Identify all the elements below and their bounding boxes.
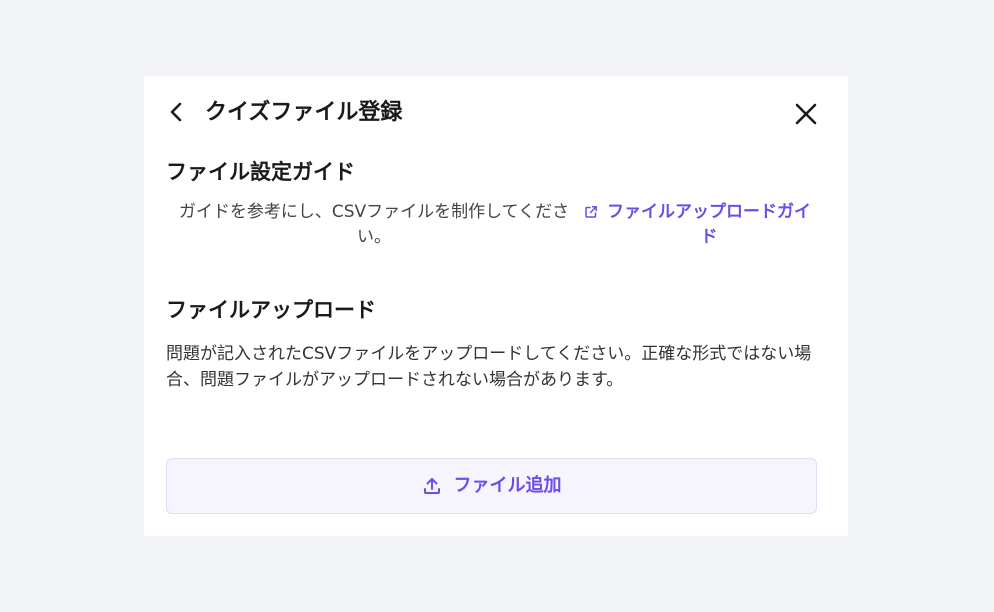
close-button[interactable] xyxy=(792,100,820,128)
close-icon xyxy=(795,103,817,125)
external-link-icon xyxy=(585,206,597,218)
guide-text: ガイドを参考にし、CSVファイルを制作してください。 xyxy=(178,202,570,247)
modal-title: クイズファイル登録 xyxy=(205,100,403,125)
guide-heading: ファイル設定ガイド xyxy=(166,160,355,184)
file-upload-guide-link[interactable]: ファイルアップロードガイド xyxy=(584,200,814,250)
guide-link-label: ファイルアップロードガイド xyxy=(607,202,811,247)
back-button[interactable] xyxy=(164,100,188,124)
quiz-file-register-modal: クイズファイル登録 ファイル設定ガイド ガイドを参考にし、CSVファイルを制作し… xyxy=(144,76,848,536)
upload-description: 問題が記入されたCSVファイルをアップロードしてください。正確な形式ではない場合… xyxy=(166,344,812,390)
upload-heading: ファイルアップロード xyxy=(166,298,376,322)
add-file-label: ファイル追加 xyxy=(453,475,562,496)
add-file-button[interactable]: ファイル追加 xyxy=(166,458,817,514)
guide-row: ガイドを参考にし、CSVファイルを制作してください。 ファイルアップロードガイド xyxy=(166,200,826,254)
upload-icon xyxy=(423,478,440,494)
modal-header: クイズファイル登録 xyxy=(144,76,848,152)
chevron-left-icon xyxy=(170,102,182,122)
